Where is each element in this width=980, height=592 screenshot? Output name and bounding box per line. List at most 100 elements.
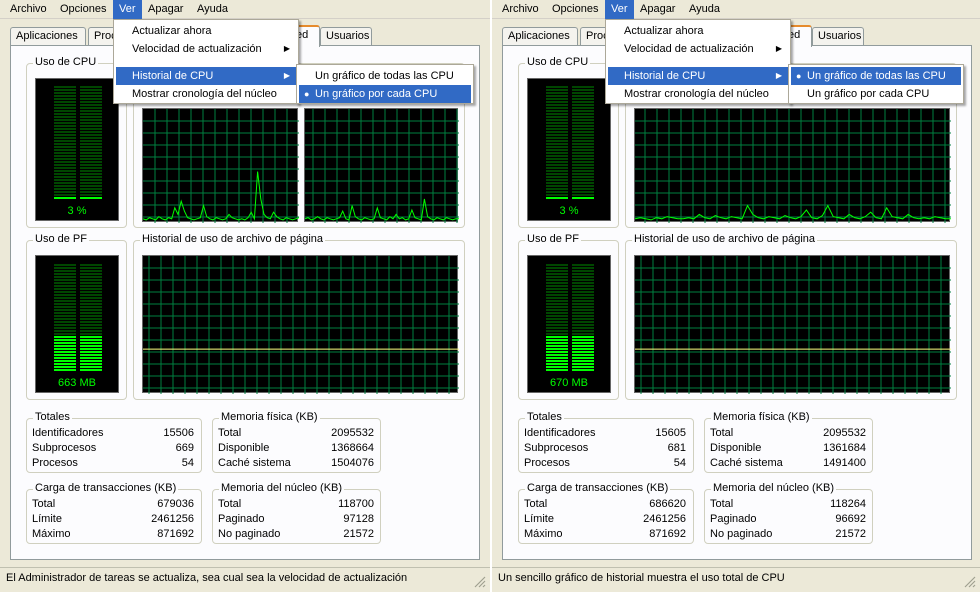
meter-segment: [572, 149, 594, 151]
totals-group: Totales Identificadores 15506 Subprocesos…: [26, 411, 202, 473]
meter-segment-lit: [572, 366, 594, 368]
meter-segment: [54, 152, 76, 154]
meter-segment: [546, 303, 568, 305]
meter-segment: [54, 158, 76, 160]
menu-item-actualizar-ahora[interactable]: Actualizar ahora: [116, 22, 296, 40]
cpu-history-graph-core0: [142, 108, 299, 223]
meter-segment: [54, 128, 76, 130]
meter-segment: [572, 116, 594, 118]
meter-segment: [54, 309, 76, 311]
meter-segment: [80, 309, 102, 311]
pf-usage-title: Uso de PF: [525, 233, 581, 245]
menu-item-velocidad[interactable]: Velocidad de actualización ▶: [116, 40, 296, 58]
meter-segment: [80, 146, 102, 148]
meter-segment: [54, 294, 76, 296]
physical-memory-group: Memoria física (KB) Total 2095532 Disponi…: [704, 411, 873, 473]
cpu-history-submenu: Un gráfico de todas las CPU ● Un gráfico …: [296, 64, 474, 104]
meter-segment-lit: [546, 345, 568, 347]
meter-segment: [80, 140, 102, 142]
meter-segment: [572, 327, 594, 329]
menu-item-velocidad[interactable]: Velocidad de actualización ▶: [608, 40, 788, 58]
menu-item-actualizar-ahora[interactable]: Actualizar ahora: [608, 22, 788, 40]
menu-opciones[interactable]: Opciones: [54, 0, 112, 19]
meter-segment: [80, 297, 102, 299]
meter-segment: [546, 173, 568, 175]
resize-grip-icon[interactable]: [964, 576, 976, 588]
meter-segment-lit: [80, 339, 102, 341]
menu-ver[interactable]: Ver: [113, 0, 142, 19]
meter-segment-lit: [54, 354, 76, 356]
meter-segment: [80, 315, 102, 317]
meter-segment: [54, 282, 76, 284]
meter-segment: [54, 122, 76, 124]
meter-segment: [572, 330, 594, 332]
menu-ver[interactable]: Ver: [605, 0, 634, 19]
submenu-item-all-cpus[interactable]: ● Un gráfico de todas las CPU: [791, 67, 961, 85]
kernel-total-value: 118700: [338, 498, 374, 510]
meter-segment: [572, 98, 594, 100]
meter-segment-lit: [54, 369, 76, 371]
commit-charge-group: Carga de transacciones (KB) Total 686620 …: [518, 482, 694, 544]
tab-aplicaciones[interactable]: Aplicaciones: [502, 27, 578, 46]
physical-total-value: 2095532: [823, 427, 866, 439]
physical-total-label: Total: [218, 427, 242, 439]
submenu-item-per-cpu[interactable]: Un gráfico por cada CPU: [791, 85, 961, 103]
submenu-item-per-cpu[interactable]: ● Un gráfico por cada CPU: [299, 85, 471, 103]
menu-ayuda[interactable]: Ayuda: [191, 0, 234, 19]
threads-value: 669: [175, 442, 194, 454]
menu-apagar[interactable]: Apagar: [634, 0, 681, 19]
meter-segment: [572, 285, 594, 287]
meter-segment: [546, 146, 568, 148]
meter-segment: [546, 182, 568, 184]
pf-usage-meter: 670 MB: [527, 255, 611, 393]
meter-segment: [80, 191, 102, 193]
menu-item-cronologia-nucleo[interactable]: Mostrar cronología del núcleo: [608, 85, 788, 103]
meter-segment: [572, 137, 594, 139]
meter-segment-lit: [572, 354, 594, 356]
meter-segment-lit: [546, 357, 568, 359]
kernel-paged-label: Paginado: [710, 513, 757, 525]
meter-segment: [80, 128, 102, 130]
submenu-item-all-cpus[interactable]: Un gráfico de todas las CPU: [299, 67, 471, 85]
meter-segment: [54, 321, 76, 323]
meter-segment: [80, 285, 102, 287]
meter-segment: [54, 170, 76, 172]
meter-segment: [572, 182, 594, 184]
meter-segment: [80, 92, 102, 94]
menu-ayuda[interactable]: Ayuda: [683, 0, 726, 19]
meter-segment: [546, 149, 568, 151]
meter-segment: [572, 185, 594, 187]
meter-segment: [80, 264, 102, 266]
threads-value: 681: [667, 442, 686, 454]
tab-aplicaciones[interactable]: Aplicaciones: [10, 27, 86, 46]
tab-usuarios[interactable]: Usuarios: [320, 27, 372, 46]
meter-segment: [546, 179, 568, 181]
menu-archivo[interactable]: Archivo: [496, 0, 545, 19]
meter-segment: [54, 185, 76, 187]
meter-segment: [572, 155, 594, 157]
meter-segment: [80, 119, 102, 121]
meter-segment: [80, 107, 102, 109]
status-bar: El Administrador de tareas se actualiza,…: [0, 567, 490, 592]
meter-segment: [546, 297, 568, 299]
menu-apagar[interactable]: Apagar: [142, 0, 189, 19]
meter-segment-lit: [572, 342, 594, 344]
meter-segment: [546, 330, 568, 332]
meter-segment-lit: [80, 357, 102, 359]
tab-usuarios[interactable]: Usuarios: [812, 27, 864, 46]
meter-segment-lit: [546, 342, 568, 344]
threads-label: Subprocesos: [524, 442, 589, 454]
meter-segment: [54, 116, 76, 118]
commit-charge-title: Carga de transacciones (KB): [525, 482, 671, 494]
resize-grip-icon[interactable]: [474, 576, 486, 588]
menu-archivo[interactable]: Archivo: [4, 0, 53, 19]
menu-item-historial-cpu[interactable]: Historial de CPU ▶: [116, 67, 296, 85]
cpu-history-submenu: ● Un gráfico de todas las CPU Un gráfico …: [788, 64, 964, 104]
menu-item-cronologia-nucleo[interactable]: Mostrar cronología del núcleo: [116, 85, 296, 103]
kernel-total-label: Total: [710, 498, 734, 510]
menu-item-historial-cpu[interactable]: Historial de CPU ▶: [608, 67, 788, 85]
menu-opciones[interactable]: Opciones: [546, 0, 604, 19]
cpu-history-graph-total: [634, 108, 951, 223]
meter-segment: [572, 173, 594, 175]
meter-segment-lit: [80, 345, 102, 347]
